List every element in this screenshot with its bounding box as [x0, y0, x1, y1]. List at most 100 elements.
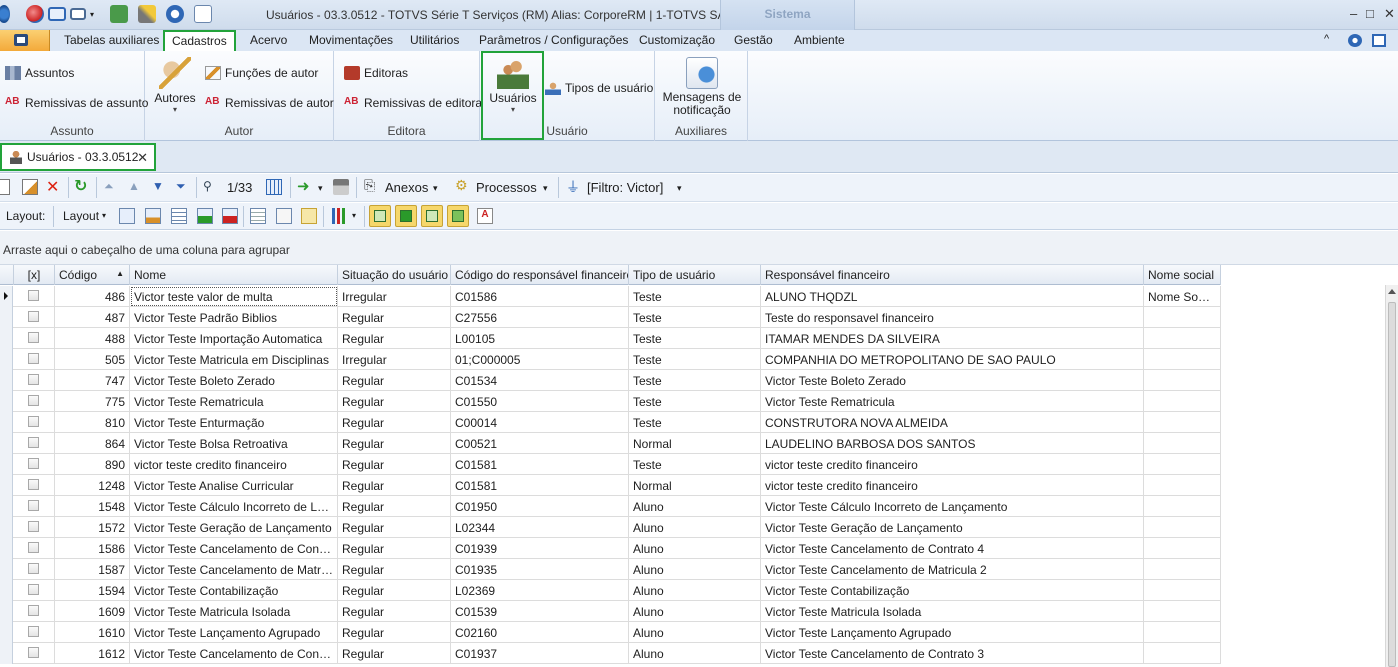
cell-tipo-usuario[interactable]: Aluno: [629, 643, 761, 664]
cell-nome-social[interactable]: [1144, 454, 1221, 475]
cell-responsavel[interactable]: Victor Teste Lançamento Agrupado: [761, 622, 1144, 643]
remissivas-assunto-button[interactable]: AB Remissivas de assunto: [5, 96, 148, 110]
column-header-situacao[interactable]: Situação do usuário: [338, 265, 451, 285]
next-record-icon[interactable]: ▼: [152, 179, 168, 195]
anexos-menu[interactable]: Anexos: [385, 180, 428, 195]
copy-icon[interactable]: [194, 5, 212, 23]
cell-tipo-usuario[interactable]: Normal: [629, 433, 761, 454]
font-icon[interactable]: A: [477, 208, 493, 224]
cell-nome[interactable]: Victor Teste Padrão Biblios: [130, 307, 338, 328]
cell-nome[interactable]: Victor teste valor de multa: [130, 286, 338, 307]
cell-responsavel[interactable]: victor teste credito financeiro: [761, 454, 1144, 475]
tipos-usuario-button[interactable]: Tipos de usuário: [545, 81, 653, 95]
cell-responsavel[interactable]: Victor Teste Contabilização: [761, 580, 1144, 601]
cell-situacao[interactable]: Regular: [338, 433, 451, 454]
tab-acervo[interactable]: Acervo: [250, 33, 287, 47]
layout-export-icon[interactable]: [222, 208, 238, 224]
previous-record-icon[interactable]: ▲: [128, 179, 144, 195]
cell-responsavel[interactable]: Victor Teste Cálculo Incorreto de Lançam…: [761, 496, 1144, 517]
cell-situacao[interactable]: Regular: [338, 580, 451, 601]
row-indicator[interactable]: [0, 433, 13, 454]
row-indicator[interactable]: [0, 580, 13, 601]
cell-responsavel[interactable]: Teste do responsavel financeiro: [761, 307, 1144, 328]
cell-tipo-usuario[interactable]: Teste: [629, 307, 761, 328]
cell-codigo[interactable]: 1610: [55, 622, 130, 643]
highlight-icon[interactable]: [301, 208, 317, 224]
filter-dropdown-icon[interactable]: ▾: [677, 183, 682, 194]
cell-codigo[interactable]: 1586: [55, 538, 130, 559]
export-icon[interactable]: [110, 5, 128, 23]
cell-situacao[interactable]: Regular: [338, 412, 451, 433]
table-row[interactable]: 1548 Victor Teste Cálculo Incorreto de La…: [0, 496, 1221, 517]
cell-nome[interactable]: Victor Teste Bolsa Retroativa: [130, 433, 338, 454]
cell-nome-social[interactable]: [1144, 433, 1221, 454]
close-button[interactable]: ✕: [1384, 6, 1395, 22]
row-indicator[interactable]: [0, 370, 13, 391]
cell-tipo-usuario[interactable]: Teste: [629, 370, 761, 391]
tab-ambiente[interactable]: Ambiente: [794, 33, 845, 47]
cell-tipo-usuario[interactable]: Teste: [629, 349, 761, 370]
row-indicator[interactable]: [0, 622, 13, 643]
table-row[interactable]: 486 Victor teste valor de multa Irregular C…: [0, 286, 1221, 307]
column-header-responsavel[interactable]: Responsável financeiro: [761, 265, 1144, 285]
cell-situacao[interactable]: Regular: [338, 328, 451, 349]
cell-codigo[interactable]: 488: [55, 328, 130, 349]
cell-codigo[interactable]: 1612: [55, 643, 130, 664]
cell-nome-social[interactable]: [1144, 496, 1221, 517]
cell-tipo-usuario[interactable]: Aluno: [629, 601, 761, 622]
cell-nome[interactable]: Victor Teste Cancelamento de Contrato 3: [130, 643, 338, 664]
cell-codigo[interactable]: 486: [55, 286, 130, 307]
cell-codigo-responsavel[interactable]: C01581: [451, 475, 629, 496]
cell-codigo[interactable]: 1548: [55, 496, 130, 517]
layout-import-icon[interactable]: [197, 208, 213, 224]
cell-nome-social[interactable]: [1144, 538, 1221, 559]
row-indicator[interactable]: [0, 412, 13, 433]
cell-nome-social[interactable]: [1144, 475, 1221, 496]
grid-view-icon[interactable]: [266, 179, 282, 195]
row-indicator[interactable]: [0, 601, 13, 622]
cell-tipo-usuario[interactable]: Teste: [629, 454, 761, 475]
tab-customizacao[interactable]: Customização: [639, 33, 715, 47]
table-row[interactable]: 488 Victor Teste Importação Automatica Reg…: [0, 328, 1221, 349]
cell-codigo-responsavel[interactable]: C01939: [451, 538, 629, 559]
filter-icon[interactable]: ⏚: [566, 177, 582, 195]
print-icon[interactable]: [333, 179, 349, 195]
new-record-icon[interactable]: [0, 179, 10, 195]
filter-menu[interactable]: [Filtro: Victor]: [587, 180, 663, 195]
cell-nome-social[interactable]: [1144, 307, 1221, 328]
cell-tipo-usuario[interactable]: Teste: [629, 286, 761, 307]
cell-codigo-responsavel[interactable]: C01586: [451, 286, 629, 307]
maximize-button[interactable]: □: [1366, 6, 1374, 21]
cell-responsavel[interactable]: Victor Teste Geração de Lançamento: [761, 517, 1144, 538]
vertical-scrollbar[interactable]: [1385, 285, 1398, 667]
cell-nome-social[interactable]: [1144, 580, 1221, 601]
dropdown-icon[interactable]: ▾: [90, 5, 98, 23]
row-indicator[interactable]: [0, 496, 13, 517]
row-indicator[interactable]: [0, 328, 13, 349]
cell-tipo-usuario[interactable]: Aluno: [629, 559, 761, 580]
row-indicator[interactable]: [0, 349, 13, 370]
cell-codigo[interactable]: 505: [55, 349, 130, 370]
funcoes-autor-button[interactable]: Funções de autor: [205, 66, 318, 80]
cell-nome-social[interactable]: [1144, 349, 1221, 370]
cell-situacao[interactable]: Regular: [338, 559, 451, 580]
cell-situacao[interactable]: Irregular: [338, 349, 451, 370]
cell-nome[interactable]: Victor Teste Matricula em Disciplinas: [130, 349, 338, 370]
row-indicator[interactable]: [0, 475, 13, 496]
cell-situacao[interactable]: Regular: [338, 454, 451, 475]
window-icon[interactable]: [70, 8, 86, 20]
cell-codigo[interactable]: 1572: [55, 517, 130, 538]
export-arrow-icon[interactable]: ➜: [297, 177, 313, 195]
row-indicator[interactable]: [0, 454, 13, 475]
cell-codigo[interactable]: 775: [55, 391, 130, 412]
row-indicator[interactable]: [0, 307, 13, 328]
cell-tipo-usuario[interactable]: Teste: [629, 328, 761, 349]
cell-responsavel[interactable]: Victor Teste Matricula Isolada: [761, 601, 1144, 622]
chart-dropdown-icon[interactable]: ▾: [352, 211, 356, 220]
row-indicator[interactable]: [0, 391, 13, 412]
cell-tipo-usuario[interactable]: Aluno: [629, 496, 761, 517]
column-header-codigo[interactable]: Código ▲: [55, 265, 130, 285]
cell-codigo-responsavel[interactable]: L02369: [451, 580, 629, 601]
cell-codigo-responsavel[interactable]: C27556: [451, 307, 629, 328]
cell-tipo-usuario[interactable]: Aluno: [629, 580, 761, 601]
